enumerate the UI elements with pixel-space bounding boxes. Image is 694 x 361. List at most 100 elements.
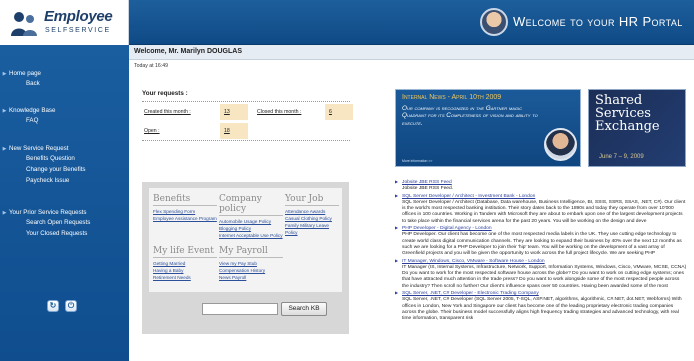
kb-heading[interactable]: My Payroll	[219, 246, 283, 258]
kb-link[interactable]: Employee Assistance Program	[153, 215, 217, 222]
knowledge-base-panel: Benefits Flex Spending Form Employee Ass…	[142, 182, 349, 334]
sidebar-item-search-open-requests[interactable]: Search Open Requests	[0, 217, 129, 228]
arrow-icon: ▶	[2, 145, 7, 152]
exchange-date: June 7 – 9, 2009	[599, 154, 644, 160]
kb-link[interactable]: Flex Spending Form	[153, 208, 217, 215]
bullet-icon: ▶	[395, 225, 399, 231]
feed-body: PHP Developer. Our client has become one…	[402, 232, 682, 257]
sidebar-item-back[interactable]: Back	[0, 78, 129, 89]
kb-link[interactable]: Having a Baby	[153, 267, 217, 274]
exchange-title: Shared Services Exchange	[595, 93, 660, 134]
sidebar-item-label: Knowledge Base	[9, 107, 56, 114]
feed-link[interactable]: IT Manager, Windows, Cisco, VMware - Sof…	[402, 259, 545, 264]
bullet-icon: ▶	[395, 290, 399, 296]
bullet-icon: ▶	[395, 192, 399, 198]
kb-column-company-policy: Company policy Automobile Usage Policy B…	[219, 194, 283, 239]
kb-heading[interactable]: My life Event	[153, 246, 217, 258]
kb-column-benefits: Benefits Flex Spending Form Employee Ass…	[153, 194, 217, 222]
table-row: Created this month : 13 Closed this mont…	[142, 104, 353, 120]
feed-link[interactable]: SQL Server Developer / Architect - Inves…	[402, 194, 535, 199]
bullet-icon: ▶	[395, 179, 399, 184]
feed-body: SQL Server, .NET, C# Developer (SQL Serv…	[402, 297, 682, 322]
today-timestamp: Today at 16:49	[134, 63, 169, 69]
search-kb-button[interactable]: Search KB	[281, 302, 327, 316]
kb-heading[interactable]: Your Job	[285, 194, 339, 206]
list-item: ▶ SQL Server, .NET, C# Developer - Electr…	[395, 290, 687, 322]
feed-body: IT Manager (IS, Internal Systems, Infras…	[402, 264, 687, 289]
kb-column-life-event: My life Event Getting Married Having a B…	[153, 246, 217, 281]
sidebar: ▶ Home page Back ▶ Knowledge Base FAQ ▶ New…	[0, 45, 129, 361]
header-bar: Employee SELFSERVICE Welcome to your HR …	[0, 0, 694, 45]
kb-link[interactable]: Casual Clothing Policy	[285, 215, 339, 222]
feed-link[interactable]: PHP Developer - Digital Agency - London	[402, 226, 492, 231]
kb-link[interactable]: Blogging Policy	[219, 225, 283, 232]
portal-title: Welcome to your HR Portal	[513, 14, 683, 29]
kb-link[interactable]: News Payroll	[219, 274, 283, 281]
shared-services-banner[interactable]: Shared Services Exchange June 7 – 9, 200…	[588, 89, 686, 167]
bullet-icon: ▶	[395, 257, 399, 263]
sidebar-item-faq[interactable]: FAQ	[0, 115, 129, 126]
open-count[interactable]: 18	[220, 123, 248, 139]
nav-group-new-request: ▶ New Service Request Benefits Question C…	[0, 144, 129, 186]
sidebar-item-change-benefits[interactable]: Change your Benefits	[0, 164, 129, 175]
open-label[interactable]: Open :	[144, 128, 160, 134]
welcome-bar: Welcome, Mr. Marilyn DOUGLAS	[129, 45, 694, 60]
list-item: ▶ SQL Server Developer / Architect - Inve…	[395, 193, 687, 225]
welcome-message: Welcome, Mr. Marilyn DOUGLAS	[134, 48, 243, 55]
kb-heading[interactable]: Company policy	[219, 194, 283, 216]
news-portrait	[544, 128, 577, 161]
kb-categories: Benefits Flex Spending Form Employee Ass…	[149, 188, 342, 292]
closed-label[interactable]: Closed this month :	[257, 109, 301, 115]
kb-column-my-payroll: My Payroll View my Pay Stub Compensation…	[219, 246, 283, 281]
refresh-icon[interactable]: ↻	[47, 300, 59, 312]
nav-group-knowledge-base: ▶ Knowledge Base FAQ	[0, 106, 129, 126]
created-count[interactable]: 13	[220, 104, 248, 120]
list-item: ▶ PHP Developer - Digital Agency - London…	[395, 225, 687, 257]
kb-link[interactable]: Compensation History	[219, 267, 283, 274]
internal-news-banner[interactable]: Internal News - April 10th 2009 Our comp…	[395, 89, 581, 167]
logo[interactable]: Employee SELFSERVICE	[0, 0, 129, 45]
kb-link[interactable]: Retirement Needs	[153, 274, 217, 281]
feed-link[interactable]: Jobsite JBE RSS Feed	[402, 180, 452, 185]
kb-link[interactable]: Attendance Awards	[285, 208, 339, 215]
sidebar-item-label: Your Prior Service Requests	[9, 209, 87, 216]
kb-link[interactable]: View my Pay Stub	[219, 260, 283, 267]
sidebar-item-label: New Service Request	[9, 145, 69, 152]
sidebar-item-prior-requests[interactable]: ▶ Your Prior Service Requests	[0, 208, 129, 217]
sidebar-item-new-service-request[interactable]: ▶ New Service Request	[0, 144, 129, 153]
sidebar-item-label: Home page	[9, 70, 41, 77]
sidebar-item-closed-requests[interactable]: Your Closed Requests	[0, 228, 129, 239]
sidebar-item-home-page[interactable]: ▶ Home page	[0, 69, 129, 78]
news-body: Our company is recognized in the Gartner…	[402, 105, 538, 127]
list-item: ▶ Jobsite JBE RSS Feed Jobsite JBE RSS Fe…	[395, 179, 687, 193]
requests-panel: Your requests : Created this month : 13 …	[142, 90, 353, 141]
rss-feed: ▶ Jobsite JBE RSS Feed Jobsite JBE RSS Fe…	[395, 179, 687, 357]
kb-link[interactable]: Internet Acceptable Use Policy	[219, 232, 283, 239]
requests-table: Created this month : 13 Closed this mont…	[142, 101, 353, 141]
logo-title: Employee	[44, 8, 113, 25]
table-row: Open : 18	[142, 123, 350, 139]
arrow-icon: ▶	[2, 107, 7, 114]
logo-subtitle: SELFSERVICE	[45, 27, 111, 34]
kb-link[interactable]: Getting Married	[153, 260, 217, 267]
feed-link[interactable]: SQL Server, .NET, C# Developer - Electro…	[402, 291, 539, 296]
nav-group-home: ▶ Home page Back	[0, 69, 129, 89]
sidebar-item-knowledge-base[interactable]: ▶ Knowledge Base	[0, 106, 129, 115]
created-label[interactable]: Created this month :	[144, 109, 191, 115]
power-icon[interactable]: ⏻	[65, 300, 77, 312]
sidebar-actions: ↻ ⏻	[47, 300, 77, 312]
kb-link[interactable]: Family Military Leave Policy	[285, 222, 339, 236]
kb-column-your-job: Your Job Attendance Awards Casual Clothi…	[285, 194, 339, 236]
sidebar-item-benefits-question[interactable]: Benefits Question	[0, 153, 129, 164]
closed-count[interactable]: 6	[325, 104, 353, 120]
requests-title: Your requests :	[142, 90, 188, 97]
kb-search-input[interactable]	[202, 303, 278, 315]
feed-body: SQL Server Developer / Architect (Databa…	[402, 199, 686, 224]
sidebar-item-paycheck-issue[interactable]: Paycheck Issue	[0, 175, 129, 186]
kb-link[interactable]: Automobile Usage Policy	[219, 218, 283, 225]
kb-heading[interactable]: Benefits	[153, 194, 217, 206]
arrow-icon: ▶	[2, 209, 7, 216]
news-more-link[interactable]: More information >>	[402, 159, 432, 163]
news-title: Internal News - April 10th 2009	[402, 94, 502, 101]
arrow-icon: ▶	[2, 70, 7, 77]
